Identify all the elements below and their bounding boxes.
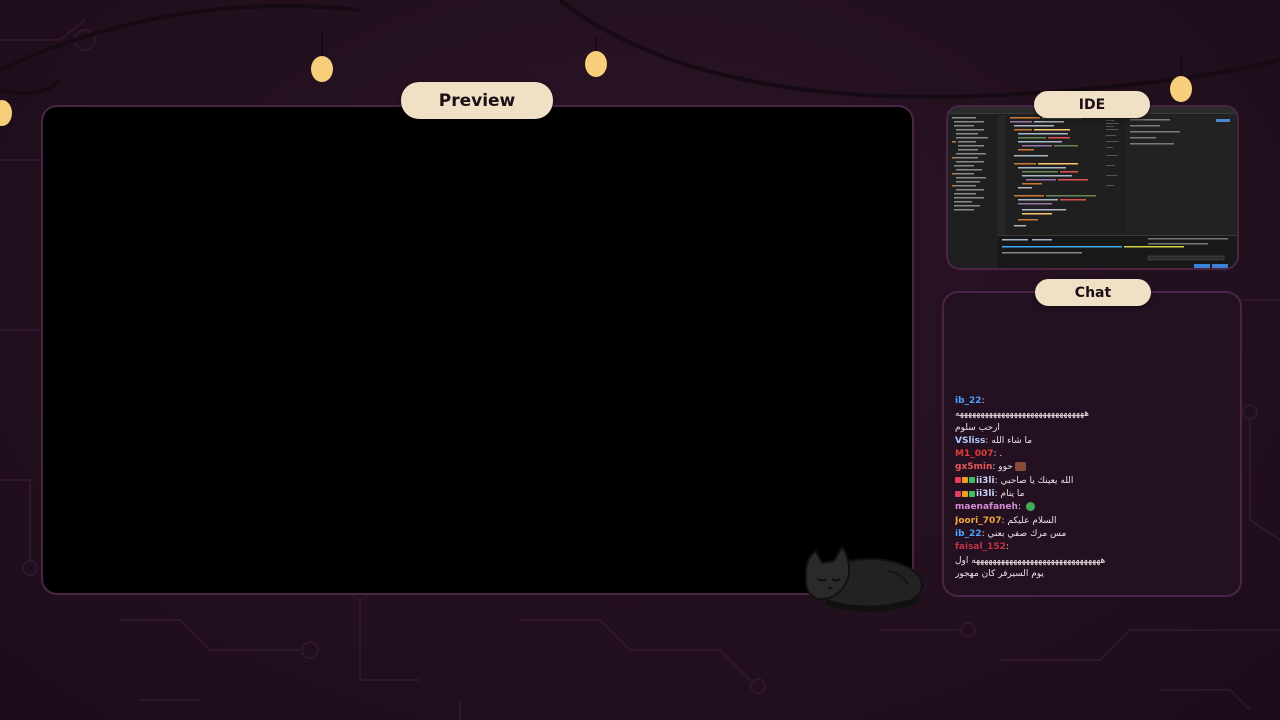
chat-username[interactable]: ii3li — [976, 476, 995, 486]
badge-icon — [969, 490, 975, 497]
chat-text: هههههههههههههههههههههههههههههههه — [955, 409, 1090, 420]
chat-username[interactable]: VSliss — [955, 436, 985, 446]
emote-icon — [1025, 502, 1035, 512]
chat-label: Chat — [1035, 279, 1151, 306]
chat-message: ii3li: الله يعينك يا صاحبي — [955, 475, 1231, 488]
badge-icon — [962, 477, 968, 484]
chat-username[interactable]: M1_007 — [955, 449, 994, 459]
chat-text: ما شاء الله — [991, 435, 1033, 446]
chat-text: السلام عليكم — [1007, 515, 1057, 526]
chat-text: ما ينام — [1000, 489, 1025, 500]
chat-text: حوو — [998, 462, 1013, 473]
ide-side-panel — [1126, 115, 1236, 235]
badge-icon — [955, 490, 961, 497]
chat-text: يوم السيرفر كان مهجور — [955, 568, 1044, 579]
ide-file-tree — [952, 117, 988, 211]
badge-icon — [955, 477, 961, 484]
chat-message: VSliss: ما شاء الله — [955, 435, 1033, 446]
ide-minimap — [1106, 117, 1119, 186]
chat-username[interactable]: Joori_707 — [955, 516, 1002, 526]
chat-message: هههههههههههههههههههههههههههههههه — [955, 408, 1231, 421]
chat-message-list: ib_22: هههههههههههههههههههههههههههههههه … — [955, 395, 1231, 581]
chat-text: ارحب سلوم — [955, 422, 1000, 433]
preview-label: Preview — [401, 82, 553, 119]
chat-text: مس مرك صفي بعني — [987, 528, 1067, 539]
chat-text: . — [999, 449, 1003, 460]
badge-icon — [962, 490, 968, 497]
chat-message: ارحب سلوم — [955, 422, 1231, 435]
ide-gutter — [998, 115, 1006, 235]
chat-text: الله يعينك يا صاحبي — [1000, 475, 1074, 486]
chat-username[interactable]: maenafaneh — [955, 502, 1018, 512]
ide-code-editor — [1010, 117, 1096, 227]
chat-message: ii3li: ما ينام — [955, 488, 1231, 501]
chat-message: gx5min: حوو — [955, 461, 1231, 474]
chat-message: ib_22: — [955, 396, 985, 406]
emote-icon — [1014, 462, 1026, 472]
chat-message: ib_22: مس مرك صفي بعني — [955, 528, 1067, 539]
chat-message: هههههههههههههههههههههههههههههههه اول — [955, 555, 1231, 568]
chat-message: maenafaneh: — [955, 501, 1231, 514]
chat-message: M1_007: . — [955, 449, 1003, 460]
chat-text: هههههههههههههههههههههههههههههههه اول — [955, 555, 1106, 566]
chat-message: يوم السيرفر كان مهجور — [955, 568, 1231, 581]
chat-username[interactable]: faisal_152 — [955, 542, 1006, 552]
chat-username[interactable]: ii3li — [976, 489, 995, 499]
badge-icon — [969, 477, 975, 484]
ide-label: IDE — [1034, 91, 1150, 118]
chat-username[interactable]: gx5min — [955, 462, 992, 472]
chat-message: Joori_707: السلام عليكم — [955, 515, 1057, 526]
ide-terminal — [998, 235, 1237, 268]
chat-username[interactable]: ib_22 — [955, 529, 982, 539]
ide-window — [946, 105, 1239, 270]
chat-username[interactable]: ib_22 — [955, 396, 982, 406]
preview-window — [41, 105, 914, 595]
stream-overlay: Preview IDE Chat ib_22: هههههههههههههههه… — [0, 0, 1280, 720]
chat-message: faisal_152: — [955, 542, 1009, 553]
sleeping-cat-icon — [804, 545, 923, 612]
